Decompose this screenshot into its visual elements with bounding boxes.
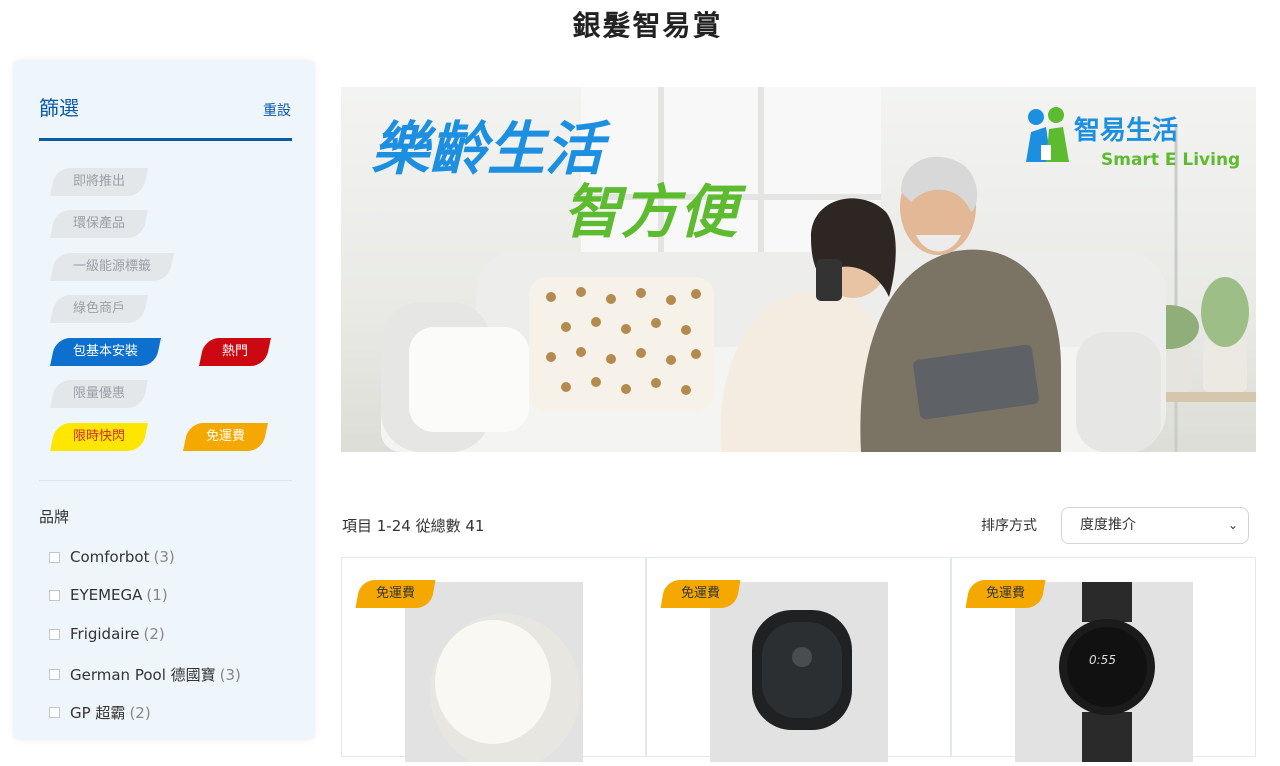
sidebar-divider (39, 480, 292, 481)
product-image[interactable] (710, 582, 888, 762)
tag-coming-soon[interactable]: 即將推出 (50, 168, 148, 196)
gps-tracker-image (752, 610, 852, 730)
banner-headline-2: 智方便 (563, 178, 747, 246)
free-shipping-badge: 免運費 (965, 580, 1046, 608)
banner-illustration: 樂齡生活 智方便 智易生活 Smart E Living (371, 87, 1256, 452)
brand-checkbox[interactable] (49, 551, 60, 563)
brand-name: German Pool 德國寶 (70, 666, 216, 684)
brand-filter-item[interactable]: EYEMEGA (1) (49, 586, 168, 604)
brand-count: (1) (146, 586, 168, 604)
brand-checkbox[interactable] (49, 628, 60, 640)
brand-filter-item[interactable]: Comforbot (3) (49, 548, 175, 566)
product-card[interactable]: 免運費 0:55 (951, 557, 1256, 762)
brand-checkbox[interactable] (49, 707, 60, 718)
tag-energy-label[interactable]: 一級能源標籤 (50, 253, 174, 281)
brand-name: EYEMEGA (70, 586, 143, 604)
reset-filters-link[interactable]: 重設 (263, 100, 291, 120)
page-title: 銀髮智易賞 (572, 9, 723, 42)
tag-free-shipping[interactable]: 免運費 (183, 423, 268, 451)
brand-count: (3) (153, 548, 175, 566)
promo-banner[interactable]: 樂齡生活 智方便 智易生活 Smart E Living (341, 87, 1256, 452)
brand-checkbox[interactable] (49, 669, 60, 680)
product-image[interactable] (405, 582, 583, 766)
free-shipping-badge: 免運費 (355, 580, 436, 608)
filter-title-underline (39, 138, 292, 141)
brand-heading: 品牌 (39, 508, 70, 526)
product-image[interactable]: 0:55 (1015, 582, 1193, 762)
logo-chinese-text: 智易生活 (1074, 116, 1178, 146)
tag-limited-offer[interactable]: 限量優惠 (50, 380, 148, 408)
brand-checkbox[interactable] (49, 589, 60, 601)
results-count: 項目 1-24 從總數 41 (342, 517, 485, 535)
sort-dropdown[interactable]: 度度推介 ⌄ (1061, 507, 1249, 544)
banner-headline-1: 樂齡生活 (371, 115, 611, 183)
tag-hot[interactable]: 熱門 (199, 338, 271, 366)
brand-name: Frigidaire (70, 625, 140, 643)
sort-label: 排序方式 (981, 518, 1037, 534)
logo-english-text: Smart E Living (1101, 150, 1240, 170)
tag-green-merchant[interactable]: 綠色商戶 (50, 295, 148, 323)
svg-text:0:55: 0:55 (1089, 653, 1116, 667)
brand-count: (2) (143, 625, 165, 643)
brand-name: Comforbot (70, 548, 150, 566)
brand-filter-item[interactable]: Frigidaire (2) (49, 625, 165, 643)
filter-title: 篩選 (39, 96, 79, 120)
free-shipping-badge: 免運費 (660, 580, 741, 608)
brand-filter-item[interactable]: German Pool 德國寶 (3) (49, 664, 241, 685)
tag-eco-products[interactable]: 環保產品 (50, 210, 148, 238)
smart-e-living-logo: 智易生活 Smart E Living (1026, 107, 1240, 170)
chevron-down-icon: ⌄ (1227, 518, 1238, 532)
smart-light-image (430, 614, 580, 766)
tag-basic-installation[interactable]: 包基本安裝 (50, 338, 161, 366)
brand-name: GP 超霸 (70, 704, 126, 722)
sort-selected-value: 度度推介 (1080, 517, 1136, 533)
tag-flash-sale[interactable]: 限時快閃 (50, 423, 148, 451)
product-card[interactable]: 免運費 (341, 557, 646, 766)
product-card[interactable]: 免運費 (646, 557, 951, 762)
brand-count: (3) (219, 665, 241, 684)
brand-filter-item[interactable]: GP 超霸 (2) (49, 702, 151, 723)
filter-sidebar: 篩選 重設 即將推出 環保產品 一級能源標籤 綠色商戶 包基本安裝 熱門 限量優… (13, 60, 315, 740)
smart-watch-image: 0:55 (1059, 582, 1155, 762)
